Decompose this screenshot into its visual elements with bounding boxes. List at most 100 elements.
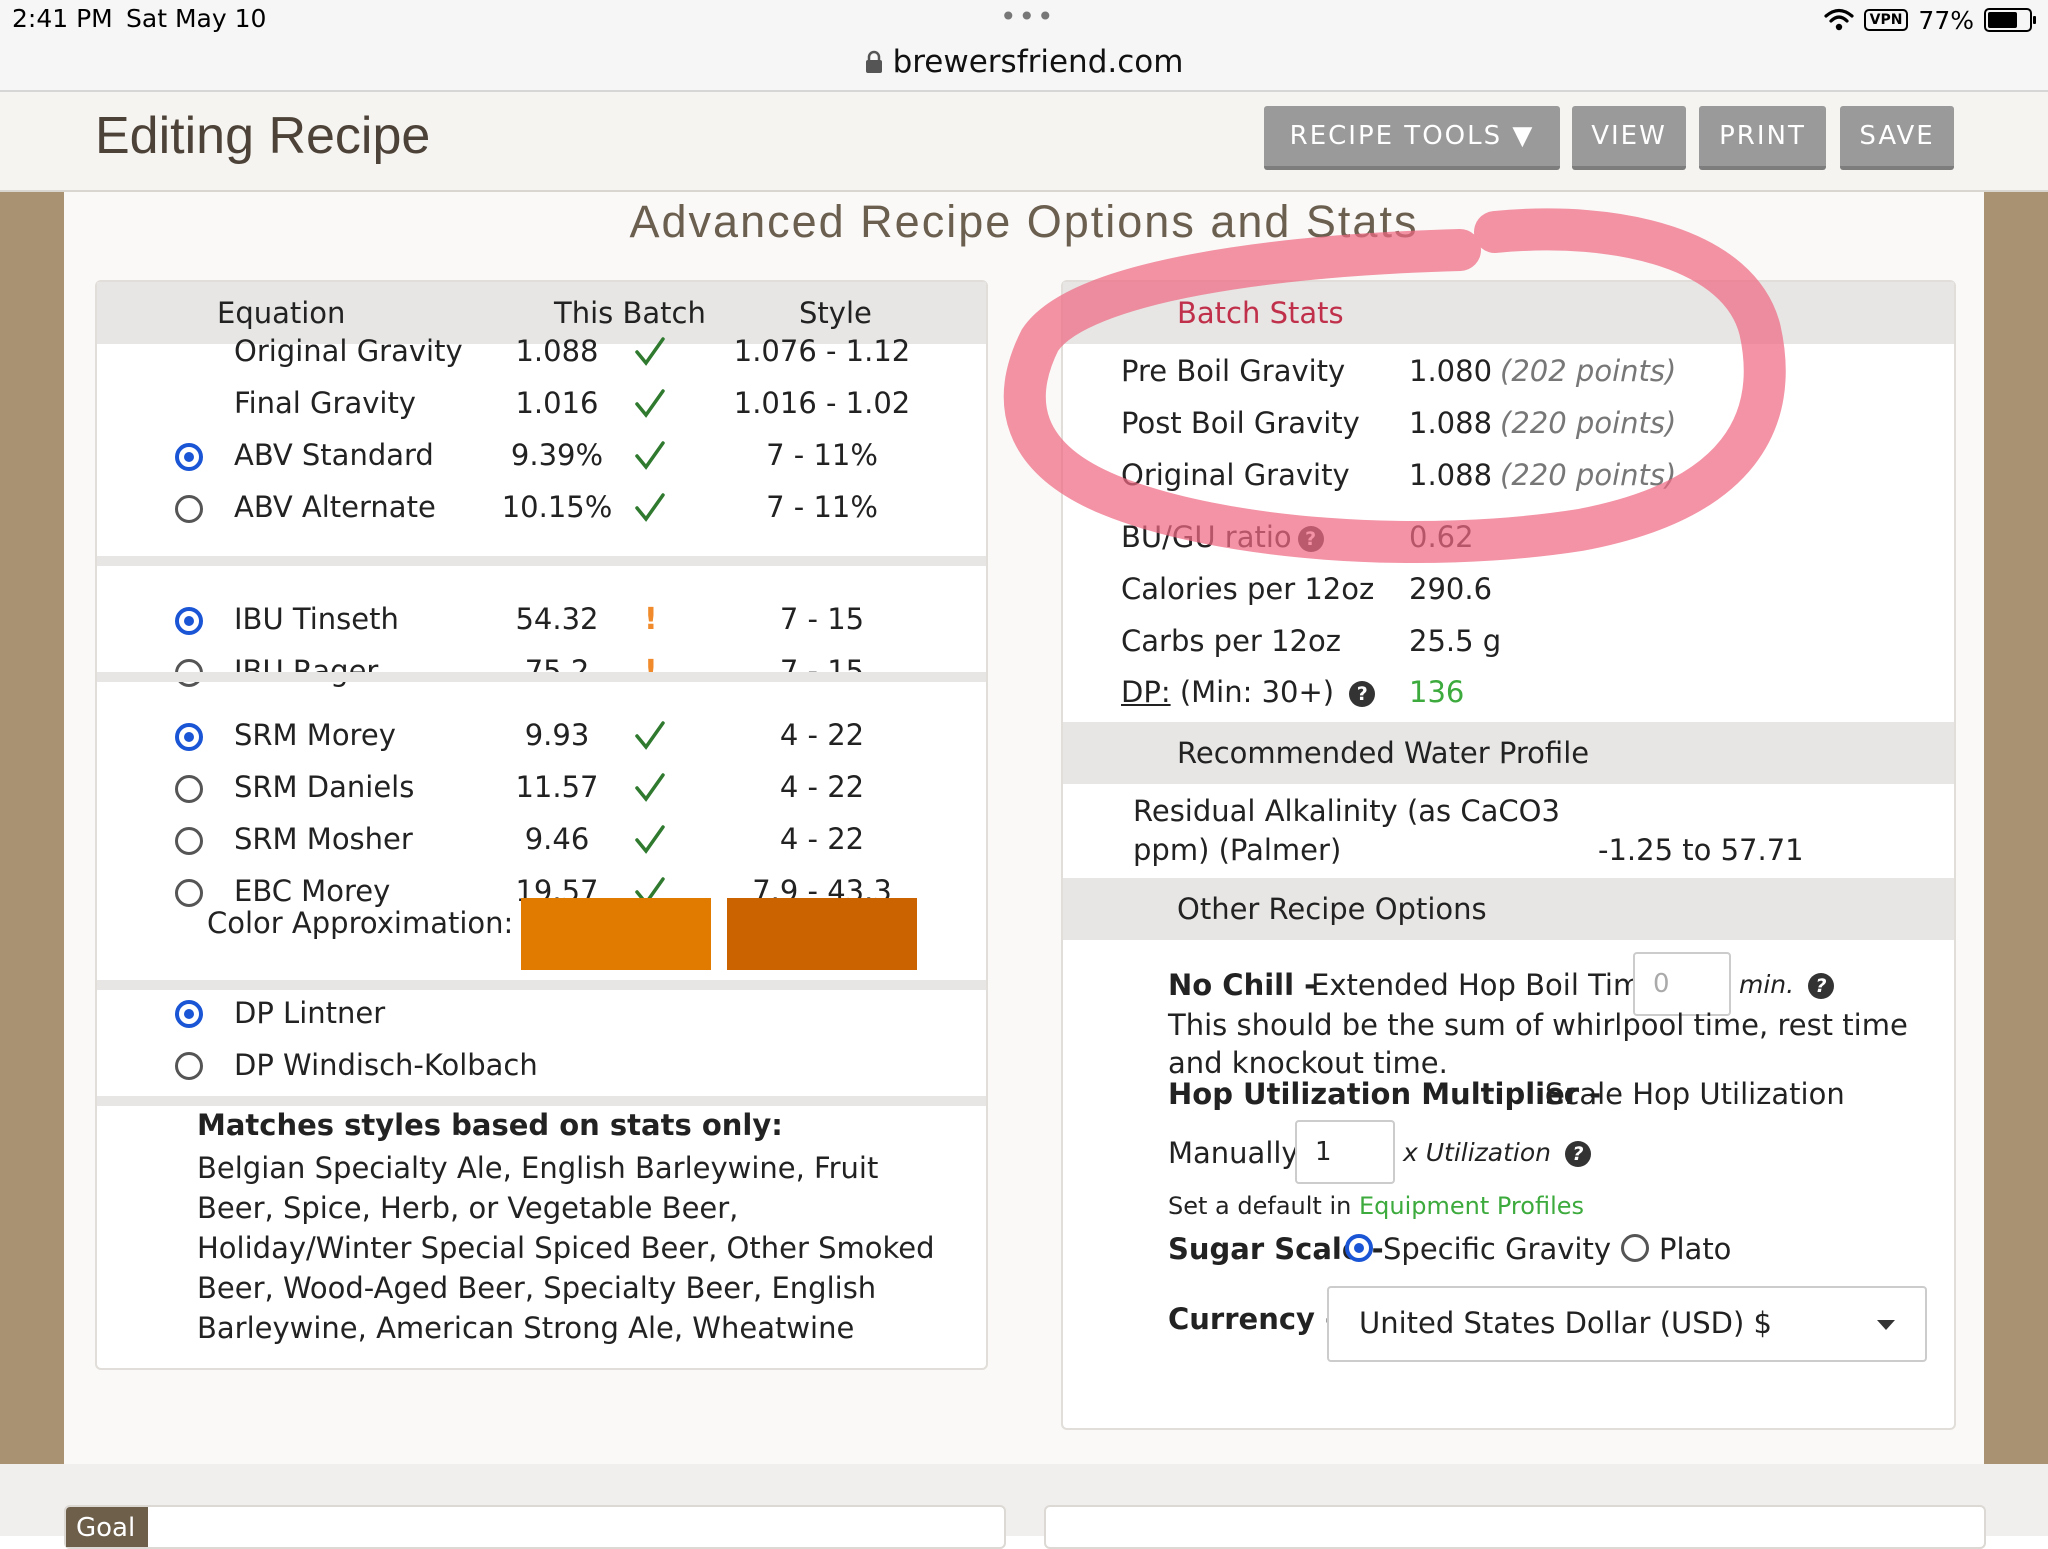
dp-row: DP: (Min: 30+) ? [1121, 675, 1376, 709]
equation-label: ABV Standard [234, 438, 434, 472]
equation-radio[interactable] [175, 879, 203, 907]
help-icon[interactable]: ? [1297, 526, 1324, 552]
col-style: Style [799, 296, 872, 330]
help-icon[interactable]: ? [1564, 1141, 1591, 1167]
batch-value: 75.2 [524, 654, 590, 688]
style-range: 7 - 11% [766, 490, 878, 524]
status-bar: 2:41 PM Sat May 10 ••• VPN 77% [0, 0, 2048, 40]
dp-lintner-radio[interactable] [175, 1000, 203, 1028]
dp-label: (Min: 30+) [1179, 675, 1335, 709]
residual-alkalinity-value: -1.25 to 57.71 [1598, 833, 1804, 867]
equation-label: Original Gravity [234, 334, 463, 368]
stat-label: Post Boil Gravity [1121, 406, 1360, 440]
help-icon[interactable]: ? [1808, 973, 1835, 999]
battery-percent: 77% [1918, 5, 1974, 35]
residual-alkalinity-label-1: Residual Alkalinity (as CaCO3 [1133, 794, 1560, 828]
no-chill-label: No Chill - [1168, 968, 1317, 1002]
equation-label: SRM Daniels [234, 770, 415, 804]
color-swatch-batch [521, 898, 711, 970]
specific-gravity-label: Specific Gravity [1383, 1232, 1612, 1266]
style-range: 1.016 - 1.02 [733, 386, 911, 420]
stat-note: (220 points) [1500, 406, 1677, 440]
no-chill-unit-text: min. [1739, 970, 1795, 999]
stat-label-text: BU/GU ratio [1121, 520, 1292, 554]
help-icon[interactable]: ? [1349, 681, 1376, 707]
hop-utilization-label: Hop Utilization Multiplier - [1168, 1077, 1602, 1111]
multitasking-dots-icon[interactable]: ••• [1000, 0, 1056, 33]
stat-value-text: 25.5 g [1409, 624, 1502, 658]
equation-panel: Equation This Batch Style Original Gravi… [95, 280, 988, 1370]
style-range: 7 - 15 [779, 602, 865, 636]
color-approximation-label: Color Approximation: [207, 906, 514, 940]
stat-label-text: Pre Boil Gravity [1121, 354, 1346, 388]
view-button[interactable]: VIEW [1572, 106, 1686, 170]
extended-hop-boil-time-input[interactable]: 0 [1633, 952, 1731, 1016]
other-options-header: Other Recipe Options [1063, 878, 1954, 940]
equation-radio[interactable] [175, 775, 203, 803]
stat-label-text: Post Boil Gravity [1121, 406, 1360, 440]
goal-tab[interactable]: Goal [66, 1507, 148, 1547]
hop-utilization-desc: Scale Hop Utilization [1545, 1077, 1845, 1111]
stats-panel: Batch Stats Pre Boil Gravity 1.080 (202 po… [1061, 280, 1956, 1430]
recipe-tools-button[interactable]: RECIPE TOOLS ▼ [1264, 106, 1560, 170]
batch-value: 9.39% [510, 438, 604, 472]
equation-radio[interactable] [175, 827, 203, 855]
right-margin [1984, 192, 2048, 1464]
currency-select[interactable]: United States Dollar (USD) $ [1327, 1286, 1927, 1362]
divider [97, 672, 986, 682]
check-icon [635, 337, 665, 366]
chevron-down-icon [1877, 1320, 1895, 1330]
left-margin [0, 192, 64, 1464]
style-range: 7 - 11% [766, 438, 878, 472]
equation-radio[interactable] [175, 443, 203, 471]
vpn-badge: VPN [1863, 9, 1909, 31]
equation-radio[interactable] [175, 495, 203, 523]
stat-label: Pre Boil Gravity [1121, 354, 1345, 388]
stat-value-text: 1.088 [1409, 458, 1493, 492]
batch-value: 1.016 [515, 386, 599, 420]
hop-utilization-input[interactable]: 1 [1295, 1120, 1395, 1184]
plato-radio[interactable] [1621, 1234, 1649, 1262]
url-text[interactable]: brewersfriend.com [893, 44, 1184, 80]
stat-value-text: 1.088 [1409, 406, 1493, 440]
check-icon [635, 389, 665, 418]
currency-label: Currency - [1168, 1302, 1338, 1336]
no-chill-unit: min. ? [1739, 970, 1835, 999]
equation-label: Final Gravity [234, 386, 416, 420]
dp-link[interactable]: DP: [1121, 675, 1171, 709]
check-icon [635, 825, 665, 854]
equation-label: ABV Alternate [234, 490, 436, 524]
batch-stats-header: Batch Stats [1063, 282, 1954, 344]
batch-value: 9.46 [524, 822, 590, 856]
stat-value: 1.088 (220 points) [1409, 406, 1676, 440]
stat-label: Carbs per 12oz [1121, 624, 1341, 658]
stat-value: 1.080 (202 points) [1409, 354, 1676, 388]
stat-note: (220 points) [1500, 458, 1677, 492]
save-button[interactable]: SAVE [1840, 106, 1954, 170]
check-icon [635, 721, 665, 750]
stat-value: 290.6 [1409, 572, 1492, 606]
hop-manually-label: Manually [1168, 1136, 1299, 1170]
specific-gravity-radio[interactable] [1345, 1234, 1373, 1262]
batch-value: 1.088 [515, 334, 599, 368]
residual-alkalinity-label-2: ppm) (Palmer) [1133, 833, 1342, 867]
page-title: Editing Recipe [95, 107, 431, 165]
check-icon [635, 441, 665, 470]
equation-radio[interactable] [175, 723, 203, 751]
wifi-icon [1824, 8, 1854, 31]
hop-utilization-unit-text: x Utilization [1403, 1138, 1552, 1167]
dp-windisch-kolbach-radio[interactable] [175, 1052, 203, 1080]
style-range: 1.076 - 1.12 [733, 334, 911, 368]
divider [97, 980, 986, 990]
equation-radio[interactable] [175, 607, 203, 635]
equipment-profiles-link[interactable]: Equipment Profiles [1359, 1192, 1584, 1220]
address-bar[interactable]: brewersfriend.com [0, 40, 2048, 92]
hop-utilization-unit: x Utilization ? [1403, 1138, 1591, 1167]
stat-value-text: 1.080 [1409, 354, 1493, 388]
equation-label: EBC Morey [234, 874, 391, 908]
dp-value: 136 [1409, 675, 1465, 709]
matches-text: Belgian Specialty Ale, English Barleywin… [197, 1151, 935, 1345]
print-button[interactable]: PRINT [1699, 106, 1826, 170]
equation-label: IBU Tinseth [234, 602, 399, 636]
status-time: 2:41 PM [12, 4, 113, 33]
